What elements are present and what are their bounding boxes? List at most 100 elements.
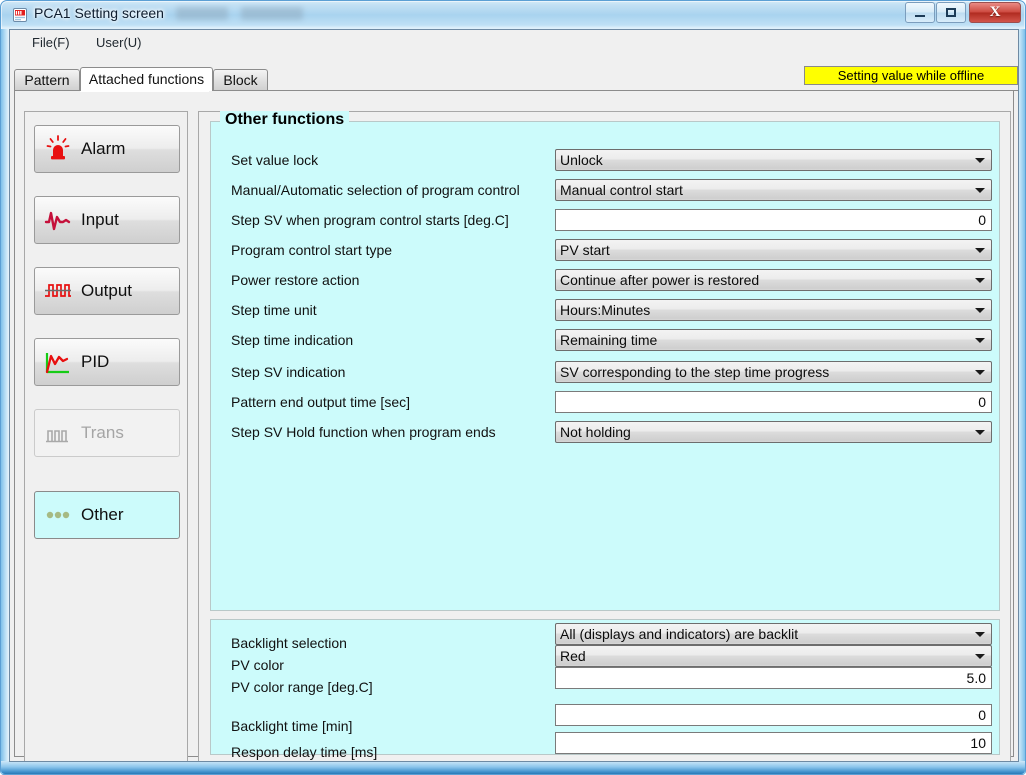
combobox-value: Hours:Minutes [560,302,651,318]
textbox-value: 10 [970,735,986,751]
three-dots-icon [41,498,75,532]
tab-pattern[interactable]: Pattern [14,69,80,91]
combobox-value: All (displays and indicators) are backli… [560,626,799,642]
chevron-down-icon [975,278,985,283]
tab-block[interactable]: Block [213,69,268,91]
chevron-down-icon [975,188,985,193]
backlight-selection-combobox[interactable]: All (displays and indicators) are backli… [555,623,992,645]
step-time-indication-combobox[interactable]: Remaining time [555,329,992,351]
combobox-value: Continue after power is restored [560,272,760,288]
combobox-value: Red [560,648,586,664]
window-glass-left-edge [1,29,9,774]
field-row: Program control start type PV start [211,239,999,263]
minimize-button[interactable] [905,2,935,23]
combobox-value: Unlock [560,152,603,168]
chevron-down-icon [975,632,985,637]
waveform-icon [41,203,75,237]
maximize-icon [937,3,965,22]
sidebar-item-label: Trans [81,423,124,442]
field-row: Step SV when program control starts [deg… [211,209,999,233]
textbox-value: 0 [978,707,986,723]
chevron-down-icon [975,430,985,435]
field-label: Step SV Hold function when program ends [231,424,496,440]
field-label: Pattern end output time [sec] [231,394,410,410]
field-label: Step SV indication [231,364,346,380]
power-restore-action-combobox[interactable]: Continue after power is restored [555,269,992,291]
chevron-down-icon [975,158,985,163]
pattern-end-output-time-textbox[interactable]: 0 [555,391,992,413]
combobox-value: Not holding [560,424,631,440]
chevron-down-icon [975,248,985,253]
sidebar-item-alarm[interactable]: Alarm [34,125,180,173]
backlight-time-textbox[interactable]: 0 [555,704,992,726]
field-label: PV color range [deg.C] [231,679,373,695]
respon-delay-time-textbox[interactable]: 10 [555,732,992,754]
field-row: PV color range [deg.C] 5.0 [211,667,999,695]
field-row: Respon delay time [ms] 10 [211,732,999,760]
field-label: Step time unit [231,302,317,318]
sidebar-item-label: Alarm [81,139,126,158]
field-row: Set value lock Unlock [211,149,999,173]
client-area: File(F) User(U) Setting value while offl… [9,29,1019,762]
menu-bar: File(F) User(U) [10,30,1018,56]
group-title: Other functions [220,111,350,129]
sidebar-item-other[interactable]: Other [34,491,180,539]
close-icon: X [970,3,1020,22]
field-row: Step SV indication SV corresponding to t… [211,361,999,385]
textbox-value: 0 [978,394,986,410]
step-sv-indication-combobox[interactable]: SV corresponding to the step time progre… [555,361,992,383]
field-row: Step time indication Remaining time [211,329,999,353]
tab-attached-functions[interactable]: Attached functions [80,67,213,91]
field-label: Power restore action [231,272,360,288]
window-glass-bottom-edge [1,761,1025,774]
field-row: PV color Red [211,645,999,673]
manual-automatic-selection-combobox[interactable]: Manual control start [555,179,992,201]
field-label: Respon delay time [ms] [231,744,378,760]
title-ghost-text-1 [176,7,228,20]
window-title: PCA1 Setting screen [34,5,164,21]
sidebar-item-label: PID [81,352,110,371]
alarm-beacon-icon [41,132,75,166]
sidebar-item-pid[interactable]: PID [34,338,180,386]
menu-item-user[interactable]: User(U) [90,34,148,52]
title-bar[interactable]: PCA1 Setting screen X [1,1,1025,29]
step-sv-hold-function-combobox[interactable]: Not holding [555,421,992,443]
pid-curve-icon [41,345,75,379]
set-value-lock-combobox[interactable]: Unlock [555,149,992,171]
combobox-value: SV corresponding to the step time progre… [560,364,830,380]
field-label: Step SV when program control starts [deg… [231,212,509,228]
sidebar-item-label: Other [81,505,124,524]
settings-content-panel: Other functions Set value lock Unlock Ma… [198,111,1011,761]
square-wave-icon [41,274,75,308]
close-glyph: X [989,4,1001,20]
field-label: Set value lock [231,152,319,168]
combobox-value: PV start [560,242,610,258]
title-ghost-text-2 [241,7,303,20]
app-icon [12,7,28,23]
pv-color-combobox[interactable]: Red [555,645,992,667]
field-label: Program control start type [231,242,393,258]
close-button[interactable]: X [969,2,1021,23]
tabstrip: Pattern Attached functions Block [14,67,1018,91]
minimize-icon [906,3,934,22]
step-time-unit-combobox[interactable]: Hours:Minutes [555,299,992,321]
field-label: Manual/Automatic selection of program co… [231,182,520,198]
program-control-start-type-combobox[interactable]: PV start [555,239,992,261]
sidebar-item-output[interactable]: Output [34,267,180,315]
chevron-down-icon [975,654,985,659]
step-sv-at-start-textbox[interactable]: 0 [555,209,992,231]
application-window: PCA1 Setting screen X File(F) User(U) Se… [0,0,1026,775]
field-row: Backlight time [min] 0 [211,704,999,734]
field-row: Backlight selection All (displays and in… [211,623,999,651]
chevron-down-icon [975,338,985,343]
sidebar-item-input[interactable]: Input [34,196,180,244]
field-row: Manual/Automatic selection of program co… [211,179,999,203]
field-row: Step time unit Hours:Minutes [211,299,999,323]
maximize-button[interactable] [936,2,966,23]
sidebar-item-label: Output [81,281,133,300]
sidebar-item-trans[interactable]: Trans [34,409,180,457]
menu-item-file[interactable]: File(F) [26,34,76,52]
pv-color-range-textbox[interactable]: 5.0 [555,667,992,689]
other-functions-groupbox: Other functions Set value lock Unlock Ma… [210,111,1000,611]
field-row: Pattern end output time [sec] 0 [211,391,999,415]
